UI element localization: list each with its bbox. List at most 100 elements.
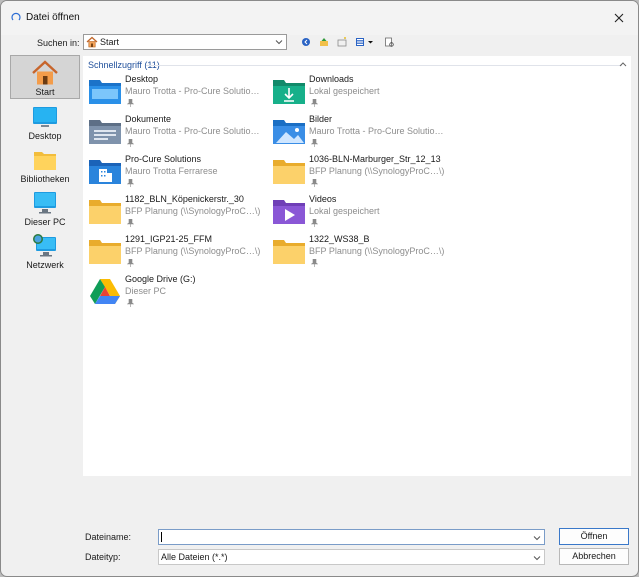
place-label: Desktop xyxy=(28,131,62,141)
place-label: Netzwerk xyxy=(26,260,64,270)
view-list-icon xyxy=(356,38,373,46)
list-item[interactable]: Google Drive (G:) Dieser PC xyxy=(83,274,263,312)
list-item[interactable]: Bilder Mauro Trotta - Pro-Cure Solutio… xyxy=(267,114,447,152)
item-name: Google Drive (G:) xyxy=(125,274,196,284)
chevron-down-icon xyxy=(533,556,541,561)
pin-icon xyxy=(311,179,318,187)
close-icon xyxy=(614,13,624,23)
view-menu-button[interactable] xyxy=(354,36,376,48)
item-location: Lokal gespeichert xyxy=(309,86,380,96)
place-label: Start xyxy=(35,87,55,97)
this-pc-icon xyxy=(34,192,56,214)
title-bar: Datei öffnen xyxy=(1,1,638,35)
close-button[interactable] xyxy=(608,7,630,29)
list-item[interactable]: Desktop Mauro Trotta - Pro-Cure Solutio… xyxy=(83,74,263,112)
item-location: Mauro Trotta Ferrarese xyxy=(125,166,218,176)
item-location: BFP Planung (\\SynologyProC…\) xyxy=(125,246,261,256)
pin-icon xyxy=(311,139,318,147)
pin-icon xyxy=(127,259,134,267)
filename-input[interactable] xyxy=(158,529,545,545)
home-icon xyxy=(32,60,58,85)
place-this-pc[interactable]: Dieser PC xyxy=(10,186,80,230)
open-file-dialog: Datei öffnen Suchen in: Start Start Desk… xyxy=(0,0,639,577)
filetype-label: Dateityp: xyxy=(85,552,121,562)
company-folder-icon xyxy=(89,160,121,184)
list-item[interactable]: 1322_WS38_B BFP Planung (\\SynologyProC…… xyxy=(267,234,447,272)
chevron-down-icon xyxy=(275,40,283,45)
item-location: Mauro Trotta - Pro-Cure Solutio… xyxy=(125,86,260,96)
folder-icon xyxy=(89,200,121,224)
item-name: 1036-BLN-Marburger_Str_12_13 xyxy=(309,154,441,164)
folder-icon xyxy=(273,240,305,264)
item-name: Bilder xyxy=(309,114,333,124)
item-name: Pro-Cure Solutions xyxy=(125,154,202,164)
pin-icon xyxy=(311,219,318,227)
list-item[interactable]: Downloads Lokal gespeichert xyxy=(267,74,447,112)
chevron-down-icon[interactable] xyxy=(533,534,541,542)
place-label: Dieser PC xyxy=(24,217,66,227)
pictures-folder-icon xyxy=(273,120,305,144)
place-start[interactable]: Start xyxy=(10,55,80,99)
item-name: Dokumente xyxy=(125,114,172,124)
new-folder-icon xyxy=(337,37,347,47)
places-bar: Start Desktop Bibliotheken Dieser PC Net… xyxy=(7,53,82,473)
pin-icon xyxy=(127,99,134,107)
pin-icon xyxy=(127,219,134,227)
back-button[interactable] xyxy=(300,36,312,48)
item-location: Mauro Trotta - Pro-Cure Solutio… xyxy=(309,126,444,136)
desktop-icon xyxy=(33,107,57,127)
item-location: BFP Planung (\\SynologyProC…\) xyxy=(309,246,445,256)
properties-button[interactable] xyxy=(383,36,395,48)
window-title: Datei öffnen xyxy=(26,12,80,23)
place-label: Bibliotheken xyxy=(20,174,70,184)
filename-label: Dateiname: xyxy=(85,532,132,542)
look-in-label: Suchen in: xyxy=(37,38,80,48)
list-item[interactable]: Dokumente Mauro Trotta - Pro-Cure Soluti… xyxy=(83,114,263,152)
open-button[interactable]: Öffnen xyxy=(559,528,629,545)
cancel-button[interactable]: Abbrechen xyxy=(559,548,629,565)
pin-icon xyxy=(311,99,318,107)
network-icon xyxy=(33,234,56,257)
filetype-select[interactable]: Alle Dateien (*.*) xyxy=(158,549,545,565)
look-in-combobox[interactable]: Start xyxy=(83,34,287,50)
videos-folder-icon xyxy=(273,200,305,224)
item-name: Desktop xyxy=(125,74,159,84)
group-divider xyxy=(146,65,622,66)
file-list-pane[interactable]: Schnellzugriff (11) Desktop Mauro Trotta… xyxy=(83,56,631,476)
pin-icon xyxy=(127,179,134,187)
pin-icon xyxy=(127,139,134,147)
item-name: 1182_BLN_Köpenickerstr._30 xyxy=(125,194,244,204)
chevron-up-icon[interactable] xyxy=(619,61,627,67)
item-location: BFP Planung (\\SynologyProC…\) xyxy=(125,206,261,216)
pin-icon xyxy=(311,259,318,267)
filetype-value: Alle Dateien (*.*) xyxy=(161,552,228,562)
list-item[interactable]: Videos Lokal gespeichert xyxy=(267,194,447,232)
folder-icon xyxy=(89,240,121,264)
look-in-value: Start xyxy=(100,37,120,47)
item-location: Lokal gespeichert xyxy=(309,206,380,216)
item-location: Dieser PC xyxy=(125,286,167,296)
item-location: BFP Planung (\\SynologyProC…\) xyxy=(309,166,445,176)
place-network[interactable]: Netzwerk xyxy=(10,229,80,273)
item-location: Mauro Trotta - Pro-Cure Solutio… xyxy=(125,126,260,136)
place-libraries[interactable]: Bibliotheken xyxy=(10,143,80,187)
new-folder-button[interactable] xyxy=(336,36,348,48)
loading-spinner-icon xyxy=(11,12,21,21)
pin-icon xyxy=(127,299,134,307)
desktop-folder-icon xyxy=(89,80,121,104)
downloads-folder-icon xyxy=(273,80,305,104)
item-name: 1322_WS38_B xyxy=(309,234,370,244)
libraries-icon xyxy=(34,152,56,170)
place-desktop[interactable]: Desktop xyxy=(10,100,80,144)
back-arrow-icon xyxy=(302,38,310,46)
list-item[interactable]: Pro-Cure Solutions Mauro Trotta Ferrares… xyxy=(83,154,263,192)
documents-folder-icon xyxy=(89,120,121,144)
up-folder-button[interactable] xyxy=(318,36,330,48)
list-item[interactable]: 1291_IGP21-25_FFM BFP Planung (\\Synolog… xyxy=(83,234,263,272)
list-item[interactable]: 1036-BLN-Marburger_Str_12_13 BFP Planung… xyxy=(267,154,447,192)
up-folder-icon xyxy=(320,38,328,46)
item-name: Videos xyxy=(309,194,337,204)
text-caret xyxy=(161,532,162,542)
list-item[interactable]: 1182_BLN_Köpenickerstr._30 BFP Planung (… xyxy=(83,194,263,232)
google-drive-icon xyxy=(90,279,120,304)
